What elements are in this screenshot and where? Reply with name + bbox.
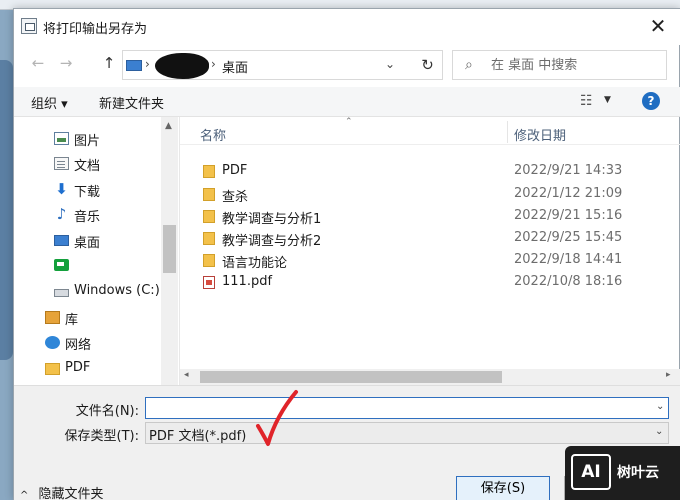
hide-folders-label: 隐藏文件夹 [38, 487, 104, 500]
file-date: 2022/1/12 21:09 [514, 186, 623, 201]
library-icon [45, 311, 60, 324]
network-icon [45, 336, 60, 349]
folder-icon [203, 232, 215, 245]
filetype-selected-value: PDF 文档(*.pdf) [149, 429, 247, 444]
new-folder-button[interactable]: 新建文件夹 [99, 93, 164, 112]
breadcrumb-separator-icon[interactable]: › [211, 57, 216, 71]
sidebar-item-label: 图片 [74, 134, 101, 149]
watermark-brand: 树叶云 [617, 465, 659, 481]
folder-icon [203, 210, 215, 223]
help-icon[interactable]: ? [642, 92, 660, 110]
file-name: 教学调查与分析2 [222, 234, 322, 249]
forward-button[interactable]: → [54, 51, 78, 75]
file-row[interactable]: 语言功能论 2022/9/18 14:41 [180, 249, 665, 271]
title-bar: 将打印输出另存为 ✕ [14, 9, 680, 45]
file-name: 查杀 [222, 190, 249, 205]
music-icon: ♪ [56, 205, 67, 223]
file-date: 2022/9/21 15:16 [514, 208, 623, 223]
folder-icon [203, 188, 215, 201]
file-name: 语言功能论 [222, 256, 288, 271]
downloads-icon: ⬇ [55, 180, 68, 198]
file-date: 2022/9/25 15:45 [514, 230, 623, 245]
file-date: 2022/9/18 14:41 [514, 252, 623, 267]
window-title: 将打印输出另存为 [43, 22, 148, 37]
filename-history-dropdown-icon[interactable]: ⌄ [656, 401, 664, 412]
drive-icon [54, 289, 69, 297]
caret-up-icon: ^ [20, 490, 29, 500]
file-list-pane: ⌃ 名称 修改日期 PDF 2022/9/21 14:33 查杀 2022/1/… [179, 117, 680, 385]
address-history-dropdown-icon[interactable]: ⌄ [385, 57, 395, 71]
watermark-logo: AI 树叶云 [565, 446, 680, 500]
filetype-label: 保存类型(T): [64, 429, 139, 444]
pdf-file-icon [203, 276, 215, 289]
search-box[interactable]: ⌕ [452, 50, 667, 80]
file-name: 111.pdf [222, 274, 273, 289]
documents-icon [54, 157, 69, 170]
address-bar[interactable]: › › 桌面 ⌄ [122, 50, 422, 80]
filetype-dropdown-icon[interactable]: ⌄ [655, 426, 663, 437]
up-button[interactable]: ↑ [97, 51, 121, 75]
save-button[interactable]: 保存(S) [456, 476, 550, 500]
red-checkmark-annotation [256, 390, 298, 446]
navigation-pane: 图片 文档 ⬇ 下载 ♪ 音乐 桌面 Windows (C:) 库 网络 PDF… [14, 117, 179, 385]
file-row[interactable]: 111.pdf 2022/10/8 18:16 [180, 271, 665, 293]
close-button[interactable]: ✕ [645, 15, 671, 39]
redacted-breadcrumb [155, 53, 209, 79]
navigation-row: ← → ↑ › › 桌面 ⌄ ↻ ⌕ [14, 47, 680, 83]
command-toolbar: 组织 ▾ 新建文件夹 ☷ ▼ ? [14, 87, 680, 117]
pictures-icon [54, 132, 69, 145]
back-button[interactable]: ← [26, 51, 50, 75]
view-options-icon[interactable]: ☷ [580, 93, 593, 109]
file-date: 2022/10/8 18:16 [514, 274, 623, 289]
watermark-logo-mark: AI [571, 454, 611, 490]
breadcrumb-desktop[interactable]: 桌面 [222, 57, 248, 76]
horizontal-scrollbar[interactable]: ◂ ▸ [180, 369, 680, 385]
refresh-button[interactable]: ↻ [413, 50, 443, 80]
file-name: PDF [222, 163, 248, 178]
sidebar-item-label: Windows (C:) [74, 283, 160, 298]
scroll-right-arrow-icon[interactable]: ▸ [666, 370, 671, 380]
column-divider[interactable] [507, 121, 508, 143]
desktop-icon [54, 235, 69, 246]
column-header-name[interactable]: 名称 [200, 125, 226, 144]
sidebar-item-label: 音乐 [74, 210, 101, 225]
column-header-date[interactable]: 修改日期 [514, 125, 566, 144]
file-row[interactable]: 查杀 2022/1/12 21:09 [180, 183, 665, 205]
file-row[interactable]: 教学调查与分析2 2022/9/25 15:45 [180, 227, 665, 249]
view-options-dropdown-icon[interactable]: ▼ [604, 95, 611, 105]
save-as-dialog: 将打印输出另存为 ✕ ← → ↑ › › 桌面 ⌄ ↻ ⌕ 组织 ▾ 新建文件夹… [13, 8, 680, 500]
scroll-left-arrow-icon[interactable]: ◂ [184, 370, 189, 380]
file-row[interactable]: PDF 2022/9/21 14:33 [180, 160, 665, 182]
filetype-select[interactable]: PDF 文档(*.pdf) ⌄ [145, 422, 669, 444]
sidebar-item-label: 网络 [65, 338, 92, 353]
sidebar-item-label: 下载 [74, 185, 101, 200]
filename-label: 文件名(N): [75, 404, 139, 419]
scrollbar-thumb[interactable] [200, 371, 502, 383]
breadcrumb-separator-icon[interactable]: › [145, 57, 150, 71]
search-icon: ⌕ [465, 57, 473, 73]
file-name: 教学调查与分析1 [222, 212, 322, 227]
folder-icon [203, 254, 215, 267]
organize-menu-button[interactable]: 组织 ▾ [31, 93, 68, 112]
column-header-row: ⌃ 名称 修改日期 [180, 117, 680, 145]
sidebar-item-label: 桌面 [74, 236, 101, 251]
sidebar-item-label: PDF [65, 360, 91, 375]
file-date: 2022/9/21 14:33 [514, 163, 623, 178]
hide-folders-toggle[interactable]: ^ 隐藏文件夹 [20, 483, 104, 500]
folder-icon [45, 363, 60, 375]
filename-input[interactable] [145, 397, 669, 419]
this-pc-icon [126, 60, 142, 71]
file-row[interactable]: 教学调查与分析1 2022/9/21 15:16 [180, 205, 665, 227]
scrollbar-thumb[interactable] [163, 225, 176, 273]
navigation-pane-scrollbar[interactable]: ▲ [161, 117, 178, 385]
sort-ascending-icon: ⌃ [345, 117, 353, 127]
search-input[interactable] [491, 55, 661, 75]
iqiyi-icon [54, 259, 69, 271]
background-left-graphic [0, 60, 13, 360]
folder-icon [203, 165, 215, 178]
sidebar-item-label: 库 [65, 313, 79, 328]
scroll-up-arrow-icon[interactable]: ▲ [165, 121, 172, 131]
sidebar-item-label: 文档 [74, 159, 101, 174]
printer-app-icon [21, 18, 37, 34]
